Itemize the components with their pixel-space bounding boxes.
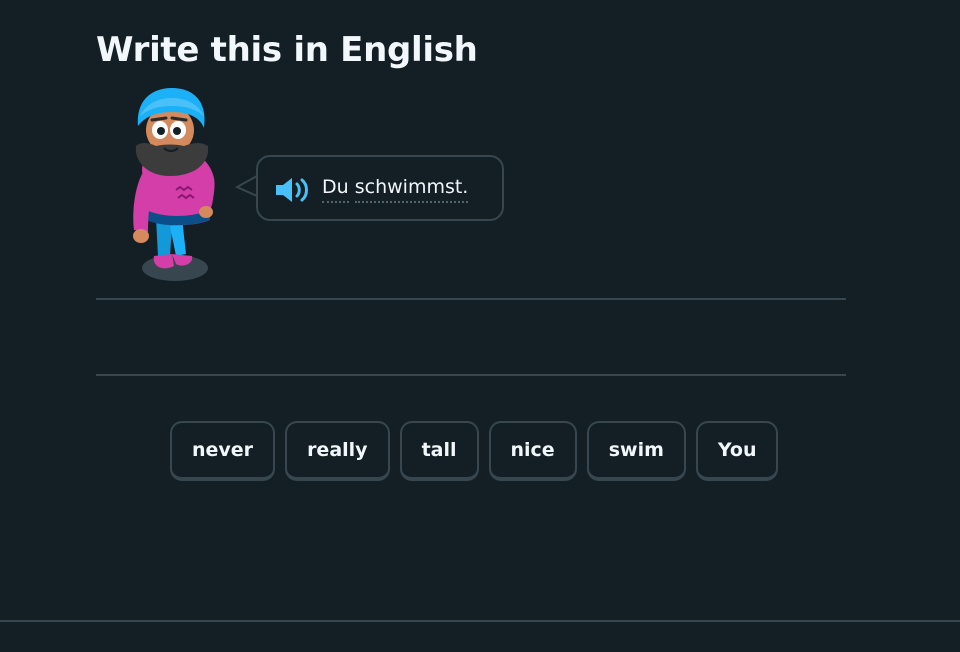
play-audio-button[interactable] <box>274 175 312 205</box>
page-title: Write this in English <box>96 30 478 70</box>
answer-line-top <box>96 298 846 300</box>
word-tile-you[interactable]: You <box>695 421 779 481</box>
footer-divider <box>0 620 960 622</box>
speech-bubble: Du schwimmst. <box>256 155 504 221</box>
word-tile-swim[interactable]: swim <box>586 421 686 481</box>
word-tile-really[interactable]: really <box>285 421 390 481</box>
prompt-sentence: Du schwimmst. <box>322 176 469 203</box>
prompt-word[interactable]: Du <box>322 176 349 203</box>
answer-area[interactable] <box>96 302 846 374</box>
word-tile-nice[interactable]: nice <box>488 421 577 481</box>
word-tile-never[interactable]: never <box>170 421 276 481</box>
word-tile-tall[interactable]: tall <box>399 421 479 481</box>
answer-line-bottom <box>96 374 846 376</box>
prompt-word[interactable]: schwimmst. <box>354 176 469 203</box>
speaker-icon <box>276 178 308 202</box>
character-illustration <box>124 86 220 286</box>
word-bank: never really tall nice swim You <box>170 421 779 481</box>
character-illustration-icon <box>133 88 215 281</box>
